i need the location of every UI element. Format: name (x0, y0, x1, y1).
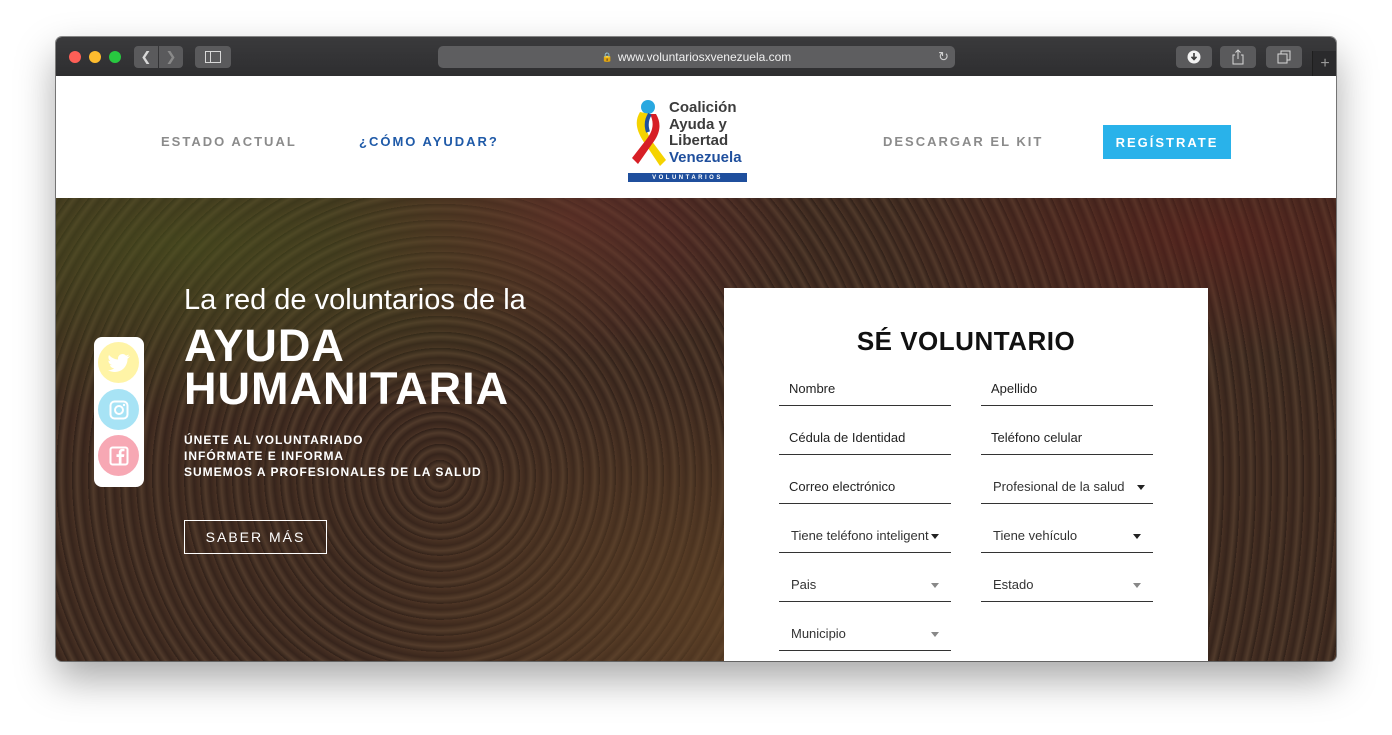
instagram-icon (109, 400, 128, 419)
nombre-placeholder: Nombre (789, 381, 836, 396)
address-bar[interactable]: 🔒 www.voluntariosxvenezuela.com ↻ (438, 46, 955, 68)
profesional-salud-value: Profesional de la salud (993, 479, 1125, 494)
minimize-window-button[interactable] (89, 51, 101, 63)
show-tabs-button[interactable] (1266, 46, 1302, 68)
browser-toolbar: ❮ ❯ 🔒 www.voluntariosxvenezuela.com ↻ + (56, 37, 1336, 77)
pais-value: Pais (791, 577, 817, 592)
hero-bullet: SUMEMOS A PROFESIONALES DE LA SALUD (184, 465, 482, 479)
nav-descargar-kit[interactable]: DESCARGAR EL KIT (883, 134, 1043, 149)
browser-window: ❮ ❯ 🔒 www.voluntariosxvenezuela.com ↻ + … (56, 37, 1336, 661)
hero-bullet: ÚNETE AL VOLUNTARIADO (184, 433, 364, 447)
estado-select[interactable]: Estado (981, 566, 1153, 602)
download-icon (1187, 50, 1201, 64)
vehiculo-value: Tiene vehículo (993, 528, 1078, 543)
facebook-icon (109, 446, 128, 465)
chevron-left-icon: ❮ (140, 49, 152, 64)
cedula-placeholder: Cédula de Identidad (789, 430, 906, 445)
caret-down-icon (1133, 583, 1141, 588)
forward-button[interactable]: ❯ (159, 46, 183, 68)
twitter-icon (107, 353, 130, 372)
logo-band: VOLUNTARIOS (628, 173, 747, 182)
ribbon-logo-icon (632, 100, 666, 166)
correo-placeholder: Correo electrónico (789, 479, 896, 494)
reload-icon[interactable]: ↻ (938, 49, 949, 65)
twitter-button[interactable] (98, 342, 139, 383)
tabs-icon (1277, 50, 1291, 64)
telefono-inteligente-value: Tiene teléfono inteligente (791, 528, 929, 543)
telefono-placeholder: Teléfono celular (991, 430, 1083, 445)
maximize-window-button[interactable] (109, 51, 121, 63)
vehiculo-select[interactable]: Tiene vehículo (981, 517, 1153, 553)
profesional-salud-select[interactable]: Profesional de la salud (981, 468, 1153, 504)
share-icon (1232, 49, 1244, 65)
back-button[interactable]: ❮ (134, 46, 158, 68)
share-button[interactable] (1220, 46, 1256, 68)
register-button[interactable]: REGÍSTRATE (1103, 125, 1231, 159)
volunteer-form: SÉ VOLUNTARIO Nombre Apellido Cédula de … (724, 288, 1208, 661)
site-logo[interactable]: Coalición Ayuda y Libertad Venezuela VOL… (626, 98, 752, 184)
estado-value: Estado (993, 577, 1034, 592)
downloads-button[interactable] (1176, 46, 1212, 68)
apellido-field[interactable]: Apellido (981, 370, 1153, 406)
pais-select[interactable]: Pais (779, 566, 951, 602)
hero-title-line: HUMANITARIA (184, 363, 510, 414)
facebook-button[interactable] (98, 435, 139, 476)
learn-more-button[interactable]: SABER MÁS (184, 520, 327, 554)
url-text: www.voluntariosxvenezuela.com (617, 50, 792, 64)
plus-icon: + (1320, 54, 1330, 72)
hero-title: AYUDA HUMANITARIA (184, 320, 510, 414)
correo-field[interactable]: Correo electrónico (779, 468, 951, 504)
caret-down-icon (931, 583, 939, 588)
nav-estado-actual[interactable]: ESTADO ACTUAL (161, 134, 297, 149)
logo-line: Coalición (669, 99, 737, 116)
new-tab-button[interactable]: + (1312, 51, 1336, 76)
chevron-right-icon: ❯ (165, 49, 177, 64)
site-header: ESTADO ACTUAL ¿CÓMO AYUDAR? Coalición Ay… (56, 76, 1336, 198)
logo-line: Venezuela (669, 148, 742, 166)
logo-line: Ayuda y (669, 115, 727, 133)
telefono-inteligente-select[interactable]: Tiene teléfono inteligente (779, 517, 951, 553)
lock-icon: 🔒 (601, 51, 613, 62)
social-share-bar (94, 337, 144, 487)
logo-wordmark: Coalición Ayuda y Libertad Venezuela (669, 99, 742, 166)
telefono-field[interactable]: Teléfono celular (981, 419, 1153, 455)
hero-bullets: ÚNETE AL VOLUNTARIADO INFÓRMATE E INFORM… (184, 432, 482, 480)
cedula-field[interactable]: Cédula de Identidad (779, 419, 951, 455)
hero-subtitle: La red de voluntarios de la (184, 284, 526, 316)
caret-down-icon (1133, 534, 1141, 539)
caret-down-icon (931, 632, 939, 637)
caret-down-icon (931, 534, 939, 539)
close-window-button[interactable] (69, 51, 81, 63)
municipio-select[interactable]: Municipio (779, 615, 951, 651)
nav-como-ayudar[interactable]: ¿CÓMO AYUDAR? (359, 134, 499, 149)
hero-section: La red de voluntarios de la AYUDA HUMANI… (56, 198, 1336, 661)
hero-title-line: AYUDA (184, 320, 345, 371)
caret-down-icon (1137, 485, 1145, 490)
municipio-value: Municipio (791, 626, 846, 641)
instagram-button[interactable] (98, 389, 139, 430)
form-title: SÉ VOLUNTARIO (856, 326, 1076, 356)
logo-line: Libertad (669, 132, 729, 149)
sidebar-toggle-button[interactable] (195, 46, 231, 68)
nombre-field[interactable]: Nombre (779, 370, 951, 406)
apellido-placeholder: Apellido (991, 381, 1038, 396)
sidebar-icon (205, 51, 221, 63)
hero-bullet: INFÓRMATE E INFORMA (184, 449, 345, 463)
